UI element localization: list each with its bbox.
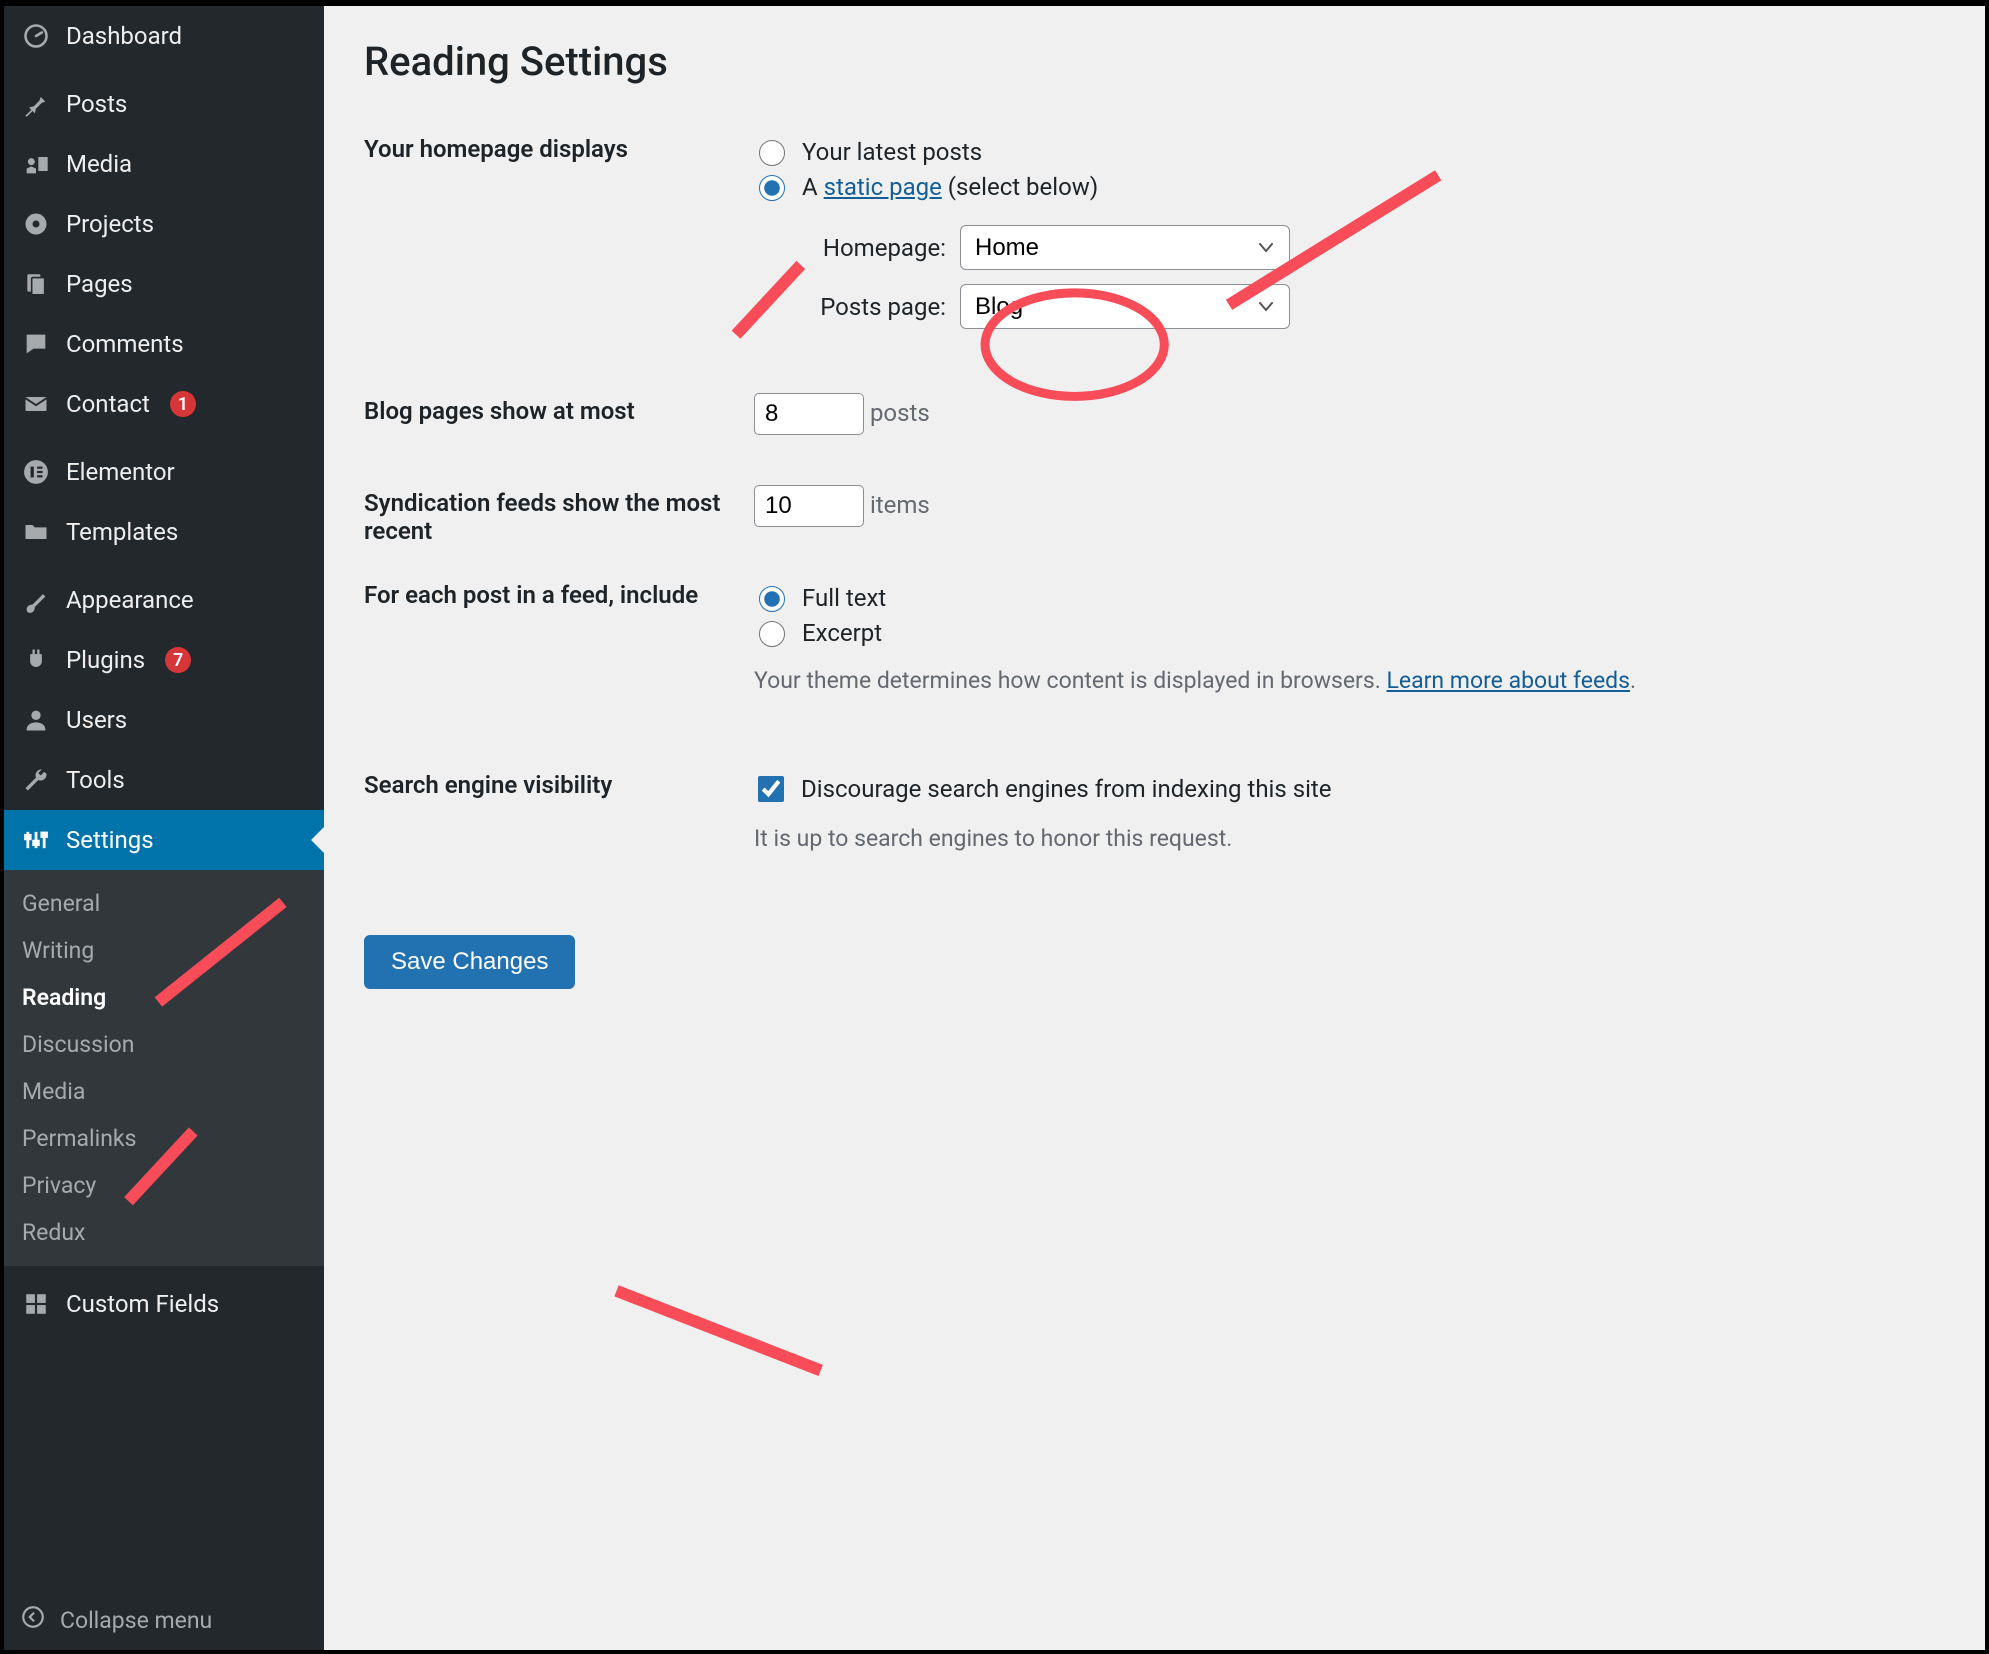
admin-sidebar: Dashboard Posts Media Projects Pag bbox=[4, 6, 324, 1650]
sidebar-item-label: Plugins bbox=[66, 646, 145, 674]
radio-excerpt-label: Excerpt bbox=[802, 619, 882, 647]
radio-latest-posts[interactable] bbox=[759, 140, 785, 166]
text: (select below) bbox=[942, 173, 1098, 201]
learn-feeds-link[interactable]: Learn more about feeds bbox=[1387, 667, 1630, 694]
text: A bbox=[802, 173, 824, 201]
projects-icon bbox=[20, 208, 52, 240]
notification-badge: 7 bbox=[165, 647, 191, 673]
app-frame: Dashboard Posts Media Projects Pag bbox=[0, 0, 1989, 1654]
submenu-reading[interactable]: Reading bbox=[4, 974, 324, 1021]
field-label-blog-pages: Blog pages show at most bbox=[364, 383, 744, 475]
search-visibility-desc: It is up to search engines to honor this… bbox=[754, 825, 1935, 852]
envelope-icon bbox=[20, 388, 52, 420]
submenu-permalinks[interactable]: Permalinks bbox=[4, 1115, 324, 1162]
submenu-redux[interactable]: Redux bbox=[4, 1209, 324, 1256]
folder-icon bbox=[20, 516, 52, 548]
sidebar-item-label: Comments bbox=[66, 330, 184, 358]
settings-content: Reading Settings Your homepage displays … bbox=[324, 6, 1985, 1650]
elementor-icon bbox=[20, 456, 52, 488]
sidebar-item-label: Contact bbox=[66, 390, 150, 418]
sidebar-item-tools[interactable]: Tools bbox=[4, 750, 324, 810]
sidebar-item-posts[interactable]: Posts bbox=[4, 74, 324, 134]
feed-description: Your theme determines how content is dis… bbox=[754, 667, 1935, 694]
sidebar-item-label: Appearance bbox=[66, 586, 194, 614]
grid-icon bbox=[20, 1288, 52, 1320]
submenu-discussion[interactable]: Discussion bbox=[4, 1021, 324, 1068]
text: Your theme determines how content is dis… bbox=[754, 667, 1387, 694]
comments-icon bbox=[20, 328, 52, 360]
brush-icon bbox=[20, 584, 52, 616]
sidebar-item-pages[interactable]: Pages bbox=[4, 254, 324, 314]
search-visibility-label: Discourage search engines from indexing … bbox=[801, 775, 1332, 803]
sidebar-item-plugins[interactable]: Plugins 7 bbox=[4, 630, 324, 690]
submenu-media[interactable]: Media bbox=[4, 1068, 324, 1115]
radio-latest-label: Your latest posts bbox=[802, 138, 982, 166]
radio-excerpt[interactable] bbox=[759, 621, 785, 647]
blog-pages-input[interactable] bbox=[754, 393, 864, 435]
sidebar-item-label: Posts bbox=[66, 90, 127, 118]
collapse-menu[interactable]: Collapse menu bbox=[4, 1590, 324, 1650]
sidebar-item-projects[interactable]: Projects bbox=[4, 194, 324, 254]
postspage-select[interactable]: Blog bbox=[960, 284, 1290, 329]
sidebar-item-customfields[interactable]: Custom Fields bbox=[4, 1274, 324, 1334]
media-icon bbox=[20, 148, 52, 180]
collapse-label: Collapse menu bbox=[60, 1607, 212, 1634]
homepage-select-label: Homepage: bbox=[786, 234, 946, 262]
sidebar-item-dashboard[interactable]: Dashboard bbox=[4, 6, 324, 66]
sliders-icon bbox=[20, 824, 52, 856]
field-label-homepage-displays: Your homepage displays bbox=[364, 121, 744, 383]
sidebar-item-media[interactable]: Media bbox=[4, 134, 324, 194]
users-icon bbox=[20, 704, 52, 736]
blog-pages-suffix: posts bbox=[870, 399, 930, 427]
sidebar-item-label: Projects bbox=[66, 210, 154, 238]
pin-icon bbox=[20, 88, 52, 120]
submenu-writing[interactable]: Writing bbox=[4, 927, 324, 974]
dashboard-icon bbox=[20, 20, 52, 52]
sidebar-item-label: Templates bbox=[66, 518, 178, 546]
sidebar-item-elementor[interactable]: Elementor bbox=[4, 442, 324, 502]
pages-icon bbox=[20, 268, 52, 300]
field-label-search-visibility: Search engine visibility bbox=[364, 757, 744, 915]
field-label-feed-include: For each post in a feed, include bbox=[364, 567, 744, 757]
text: . bbox=[1630, 667, 1636, 694]
sidebar-item-users[interactable]: Users bbox=[4, 690, 324, 750]
static-page-link[interactable]: static page bbox=[824, 173, 942, 201]
wrench-icon bbox=[20, 764, 52, 796]
plug-icon bbox=[20, 644, 52, 676]
syndication-suffix: items bbox=[870, 491, 930, 519]
radio-full-text[interactable] bbox=[759, 586, 785, 612]
notification-badge: 1 bbox=[170, 391, 196, 417]
settings-submenu: General Writing Reading Discussion Media… bbox=[4, 870, 324, 1266]
sidebar-item-label: Settings bbox=[66, 826, 154, 854]
radio-static-label: A static page (select below) bbox=[802, 173, 1098, 201]
sidebar-item-label: Elementor bbox=[66, 458, 175, 486]
sidebar-item-label: Dashboard bbox=[66, 22, 182, 50]
syndication-input[interactable] bbox=[754, 485, 864, 527]
submenu-general[interactable]: General bbox=[4, 880, 324, 927]
collapse-icon bbox=[20, 1604, 46, 1636]
submenu-privacy[interactable]: Privacy bbox=[4, 1162, 324, 1209]
postspage-select-label: Posts page: bbox=[786, 293, 946, 321]
sidebar-item-appearance[interactable]: Appearance bbox=[4, 570, 324, 630]
sidebar-item-label: Users bbox=[66, 706, 127, 734]
sidebar-item-label: Media bbox=[66, 150, 132, 178]
field-label-syndication: Syndication feeds show the most recent bbox=[364, 475, 744, 567]
sidebar-item-templates[interactable]: Templates bbox=[4, 502, 324, 562]
search-visibility-checkbox[interactable] bbox=[758, 776, 784, 802]
page-title: Reading Settings bbox=[364, 38, 1945, 85]
homepage-select[interactable]: Home bbox=[960, 225, 1290, 270]
sidebar-item-contact[interactable]: Contact 1 bbox=[4, 374, 324, 434]
radio-full-label: Full text bbox=[802, 584, 886, 612]
sidebar-item-label: Pages bbox=[66, 270, 133, 298]
radio-static-page[interactable] bbox=[759, 175, 785, 201]
sidebar-item-settings[interactable]: Settings bbox=[4, 810, 324, 870]
sidebar-item-label: Tools bbox=[66, 766, 125, 794]
save-button[interactable]: Save Changes bbox=[364, 935, 575, 989]
sidebar-item-label: Custom Fields bbox=[66, 1290, 219, 1318]
sidebar-item-comments[interactable]: Comments bbox=[4, 314, 324, 374]
